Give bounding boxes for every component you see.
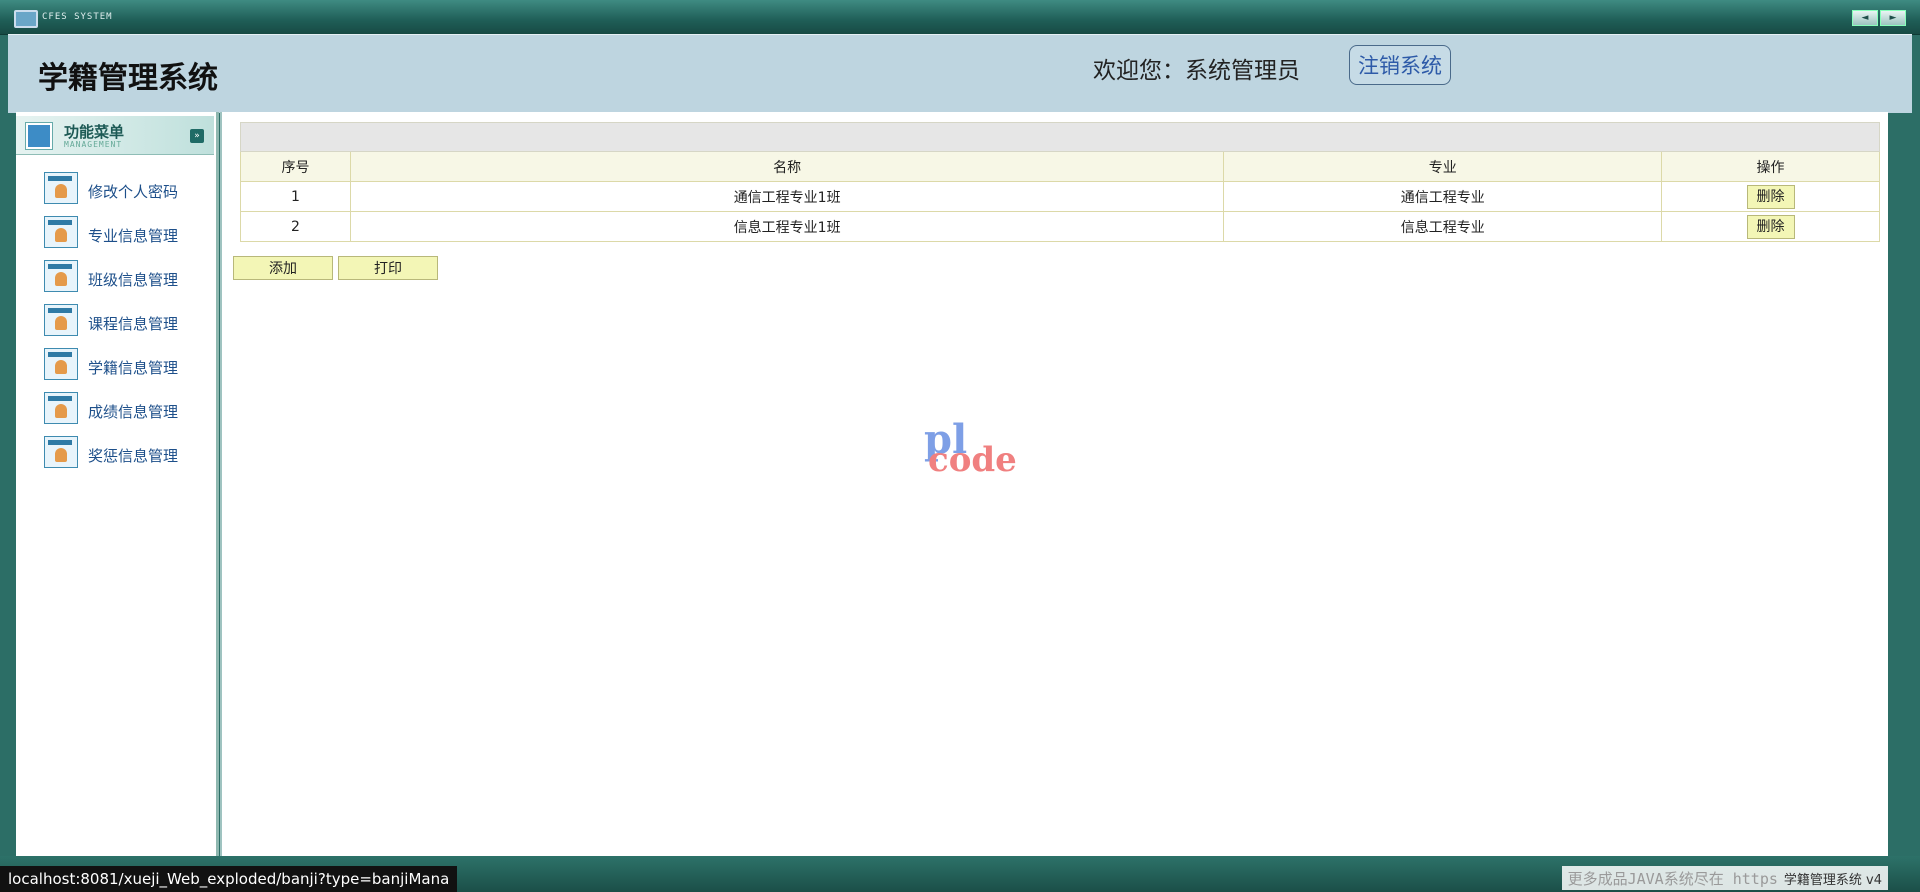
footer-app-name: 学籍管理系统 v4 (1783, 872, 1882, 888)
cell-major: 信息工程专业 (1223, 211, 1663, 242)
monitor-icon (14, 10, 38, 28)
cell-name: 通信工程专业1班 (349, 181, 1225, 212)
col-header-index: 序号 (240, 151, 351, 182)
window-title: CFES SYSTEM (42, 12, 113, 22)
sidebar-item-label[interactable]: 专业信息管理 (88, 225, 178, 246)
sidebar-item-enrollment[interactable]: 学籍信息管理 (16, 344, 214, 388)
sidebar-item-course[interactable]: 课程信息管理 (16, 300, 214, 344)
user-card-icon (44, 172, 78, 204)
user-card-icon (44, 348, 78, 380)
user-card-icon (44, 216, 78, 248)
logout-button[interactable]: 注销系统 (1349, 45, 1451, 85)
sidebar-item-label[interactable]: 奖惩信息管理 (88, 445, 178, 466)
prev-arrow-icon[interactable]: ◄ (1852, 10, 1878, 26)
add-button[interactable]: 添加 (233, 256, 333, 280)
cell-action: 删除 (1661, 211, 1880, 242)
sidebar-item-label[interactable]: 成绩信息管理 (88, 401, 178, 422)
sidebar-item-label[interactable]: 课程信息管理 (88, 313, 178, 334)
menu-list: 修改个人密码 专业信息管理 班级信息管理 课程信息管理 学籍信息管理 成绩信息管… (16, 168, 214, 476)
class-table: 序号 名称 专业 操作 1 通信工程专业1班 通信工程专业 删除 2 信息工程专… (240, 122, 1880, 242)
cell-name: 信息工程专业1班 (349, 211, 1225, 242)
user-card-icon (44, 436, 78, 468)
user-card-icon (44, 392, 78, 424)
table-header-row: 序号 名称 专业 操作 (240, 151, 1880, 182)
sidebar-item-label[interactable]: 修改个人密码 (88, 181, 178, 202)
cell-major: 通信工程专业 (1223, 181, 1663, 212)
col-header-major: 专业 (1223, 151, 1663, 182)
welcome-text: 欢迎您：系统管理员 (1093, 58, 1300, 84)
sidebar-item-label[interactable]: 班级信息管理 (88, 269, 178, 290)
main-content: 序号 名称 专业 操作 1 通信工程专业1班 通信工程专业 删除 2 信息工程专… (220, 112, 1888, 856)
user-card-icon (44, 260, 78, 292)
app-header: 学籍管理系统 欢迎您：系统管理员 注销系统 (8, 34, 1912, 113)
sidebar-item-major[interactable]: 专业信息管理 (16, 212, 214, 256)
table-caption-row (240, 122, 1880, 152)
watermark-line2: code (928, 440, 1017, 480)
window-nav: ◄ ► (1852, 10, 1906, 26)
sidebar: 功能菜单 MANAGEMENT » 修改个人密码 专业信息管理 班级信息管理 课… (16, 112, 219, 856)
sidebar-item-rewards[interactable]: 奖惩信息管理 (16, 432, 214, 476)
sidebar-item-grades[interactable]: 成绩信息管理 (16, 388, 214, 432)
cell-index: 2 (240, 211, 351, 242)
watermark-logo: pl code (924, 416, 1034, 480)
menu-header: 功能菜单 MANAGEMENT » (16, 116, 214, 155)
sidebar-item-class[interactable]: 班级信息管理 (16, 256, 214, 300)
cell-action: 删除 (1661, 181, 1880, 212)
chevron-down-icon[interactable]: » (190, 129, 204, 143)
col-header-name: 名称 (349, 151, 1225, 182)
footer-note: 更多成品JAVA系统尽在 https 学籍管理系统 v4 (1561, 866, 1888, 890)
user-card-icon (44, 304, 78, 336)
cell-index: 1 (240, 181, 351, 212)
menu-home-icon (26, 123, 52, 149)
status-url: localhost:8081/xueji_Web_exploded/banji?… (0, 866, 458, 892)
footer-note-text: 更多成品JAVA系统尽在 https (1567, 869, 1778, 888)
table-row: 2 信息工程专业1班 信息工程专业 删除 (240, 211, 1880, 242)
next-arrow-icon[interactable]: ► (1880, 10, 1906, 26)
col-header-action: 操作 (1661, 151, 1880, 182)
delete-button[interactable]: 删除 (1746, 214, 1795, 239)
sidebar-item-label[interactable]: 学籍信息管理 (88, 357, 178, 378)
menu-title: 功能菜单 (64, 123, 125, 141)
system-title: 学籍管理系统 (38, 61, 218, 96)
delete-button[interactable]: 删除 (1746, 184, 1795, 209)
table-row: 1 通信工程专业1班 通信工程专业 删除 (240, 181, 1880, 212)
window-titlebar: CFES SYSTEM ◄ ► (0, 0, 1920, 35)
sidebar-item-change-password[interactable]: 修改个人密码 (16, 168, 214, 212)
menu-subtitle: MANAGEMENT (64, 140, 123, 149)
print-button[interactable]: 打印 (338, 256, 438, 280)
